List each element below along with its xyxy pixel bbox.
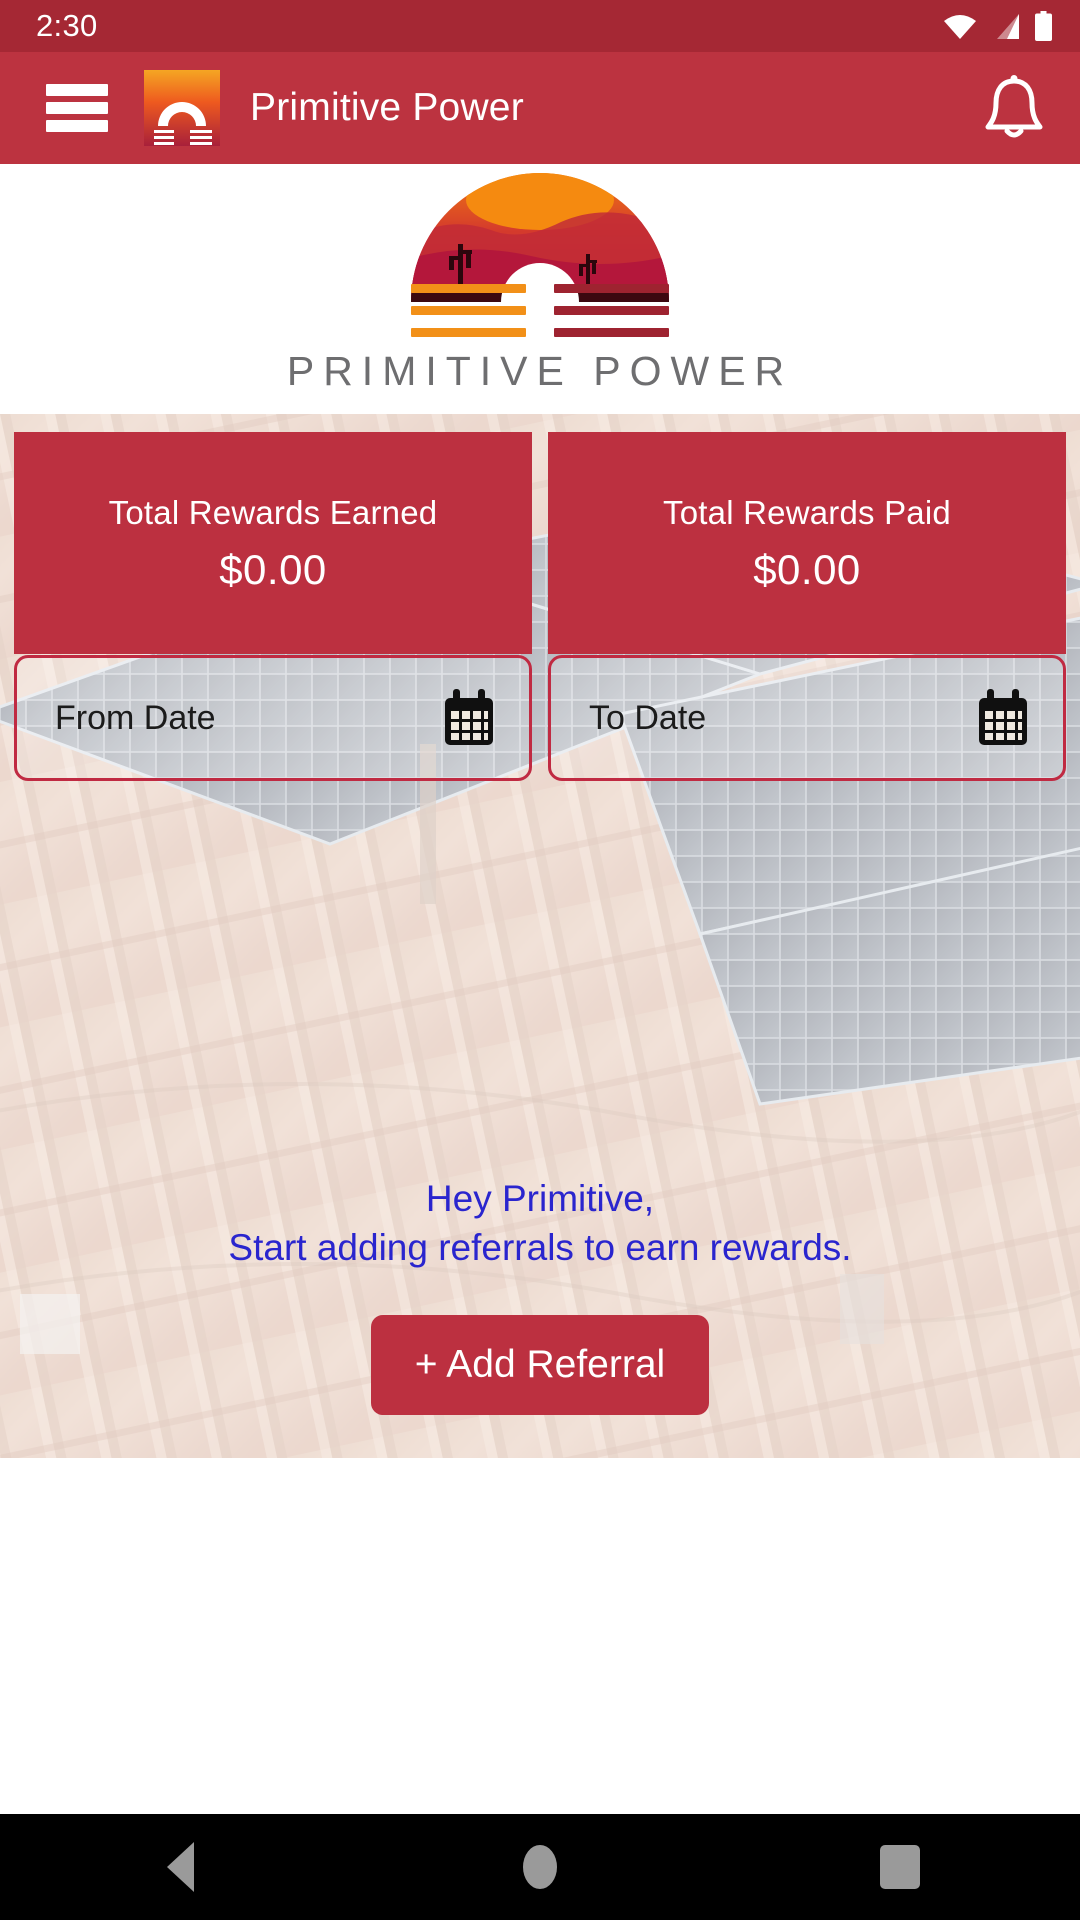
empty-state-message: Start adding referrals to earn rewards.: [228, 1226, 852, 1268]
primitive-power-logo-icon: [411, 172, 669, 337]
android-nav-bar: [0, 1814, 1080, 1920]
to-date-input[interactable]: To Date: [548, 655, 1066, 781]
brand-wordmark: PRIMITIVE POWER: [286, 348, 794, 394]
wifi-icon: [944, 15, 976, 39]
rewards-summary: Total Rewards Earned $0.00 Total Rewards…: [0, 432, 1080, 654]
logo-bars: [411, 284, 669, 348]
app-bar: Primitive Power: [0, 52, 1080, 164]
add-referral-button[interactable]: + Add Referral: [370, 1314, 710, 1415]
hamburger-menu-icon[interactable]: [46, 84, 108, 132]
nav-home-button[interactable]: [480, 1814, 600, 1920]
nav-recents-button[interactable]: [840, 1814, 960, 1920]
status-bar: 2:30: [0, 0, 1080, 52]
to-date-placeholder: To Date: [589, 698, 707, 737]
from-date-placeholder: From Date: [55, 698, 216, 737]
home-circle-icon: [523, 1845, 557, 1889]
stat-label: Total Rewards Earned: [108, 494, 438, 531]
status-bar-clock: 2:30: [36, 8, 98, 43]
battery-icon: [1035, 11, 1052, 41]
app-bar-title: Primitive Power: [250, 86, 524, 129]
brand-header: PRIMITIVE POWER: [0, 164, 1080, 414]
cellular-signal-icon: [997, 14, 1019, 39]
empty-state-greeting: Hey Primitive,: [425, 1178, 655, 1219]
stat-value: $0.00: [219, 546, 327, 593]
bell-icon[interactable]: [982, 73, 1046, 143]
back-triangle-icon: [166, 1842, 194, 1892]
status-bar-icons: [943, 11, 1052, 41]
app-bar-logo-icon: [144, 70, 220, 146]
calendar-icon[interactable]: [443, 689, 495, 747]
total-rewards-earned-card: Total Rewards Earned $0.00: [14, 432, 532, 654]
calendar-icon[interactable]: [977, 689, 1029, 747]
from-date-input[interactable]: From Date: [14, 655, 532, 781]
stat-label: Total Rewards Paid: [663, 494, 951, 531]
date-range-filter: From Date To Date: [0, 655, 1080, 781]
empty-state: Hey Primitive, Start adding referrals to…: [0, 1175, 1080, 1415]
recents-square-icon: [880, 1845, 920, 1889]
total-rewards-paid-card: Total Rewards Paid $0.00: [548, 432, 1066, 654]
stat-value: $0.00: [753, 546, 861, 593]
app-screen: 2:30 Primitive Power PRIMITIVE POWER Tot…: [0, 0, 1080, 1920]
nav-back-button[interactable]: [120, 1814, 240, 1920]
